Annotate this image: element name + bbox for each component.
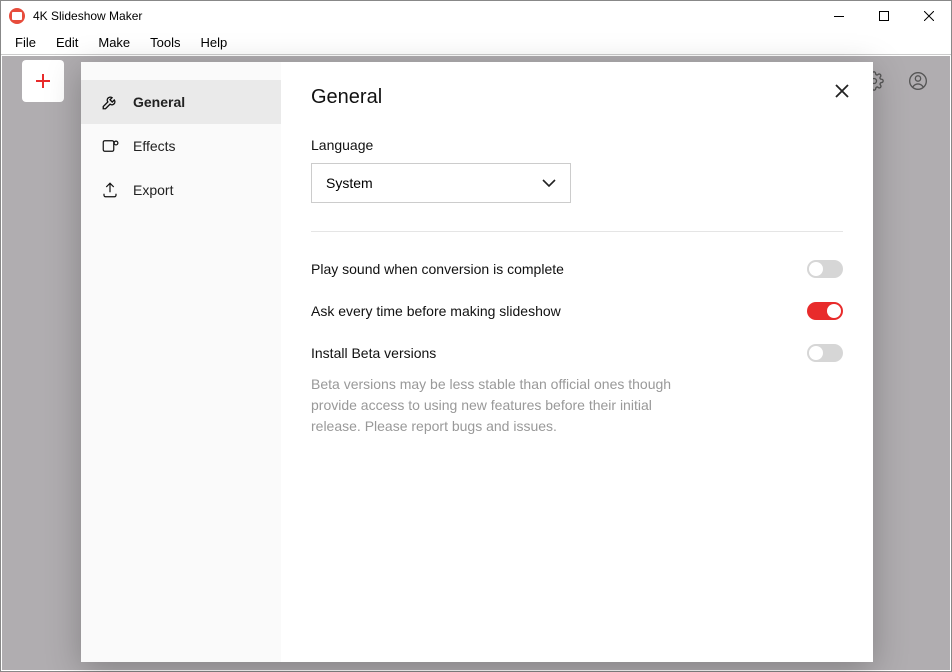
tab-export[interactable]: Export (81, 168, 281, 212)
pane-title: General (311, 86, 843, 109)
play-sound-label: Play sound when conversion is complete (311, 261, 564, 277)
plus-icon (34, 72, 52, 90)
language-select[interactable]: System (311, 163, 571, 203)
beta-description: Beta versions may be less stable than of… (311, 374, 691, 437)
tab-general-label: General (133, 94, 185, 110)
wrench-icon (101, 93, 119, 111)
menu-help[interactable]: Help (191, 33, 238, 52)
settings-dialog: General Effects Export General Language … (81, 62, 873, 662)
menu-file[interactable]: File (5, 33, 46, 52)
language-value: System (326, 175, 373, 191)
app-icon (9, 8, 25, 24)
close-dialog-button[interactable] (835, 84, 849, 98)
option-play-sound: Play sound when conversion is complete (311, 260, 843, 278)
menu-tools[interactable]: Tools (140, 33, 190, 52)
divider (311, 231, 843, 232)
option-install-beta: Install Beta versions (311, 344, 843, 362)
window-controls (816, 1, 951, 31)
account-icon[interactable] (906, 69, 930, 93)
ask-before-toggle[interactable] (807, 302, 843, 320)
option-ask-before: Ask every time before making slideshow (311, 302, 843, 320)
ask-before-label: Ask every time before making slideshow (311, 303, 561, 319)
maximize-button[interactable] (861, 1, 906, 31)
title-bar: 4K Slideshow Maker (1, 1, 951, 31)
close-icon (835, 84, 849, 98)
add-button[interactable] (22, 60, 64, 102)
menu-bar: File Edit Make Tools Help (1, 31, 951, 55)
install-beta-toggle[interactable] (807, 344, 843, 362)
tab-effects[interactable]: Effects (81, 124, 281, 168)
window-title: 4K Slideshow Maker (33, 9, 816, 23)
tab-effects-label: Effects (133, 138, 176, 154)
effects-icon (101, 137, 119, 155)
menu-make[interactable]: Make (88, 33, 140, 52)
export-icon (101, 181, 119, 199)
play-sound-toggle[interactable] (807, 260, 843, 278)
settings-pane: General Language System Play sound when … (281, 62, 873, 662)
language-label: Language (311, 137, 843, 153)
minimize-button[interactable] (816, 1, 861, 31)
tab-export-label: Export (133, 182, 173, 198)
menu-edit[interactable]: Edit (46, 33, 88, 52)
tab-general[interactable]: General (81, 80, 281, 124)
install-beta-label: Install Beta versions (311, 345, 436, 361)
settings-sidebar: General Effects Export (81, 62, 281, 662)
close-window-button[interactable] (906, 1, 951, 31)
chevron-down-icon (542, 179, 556, 187)
